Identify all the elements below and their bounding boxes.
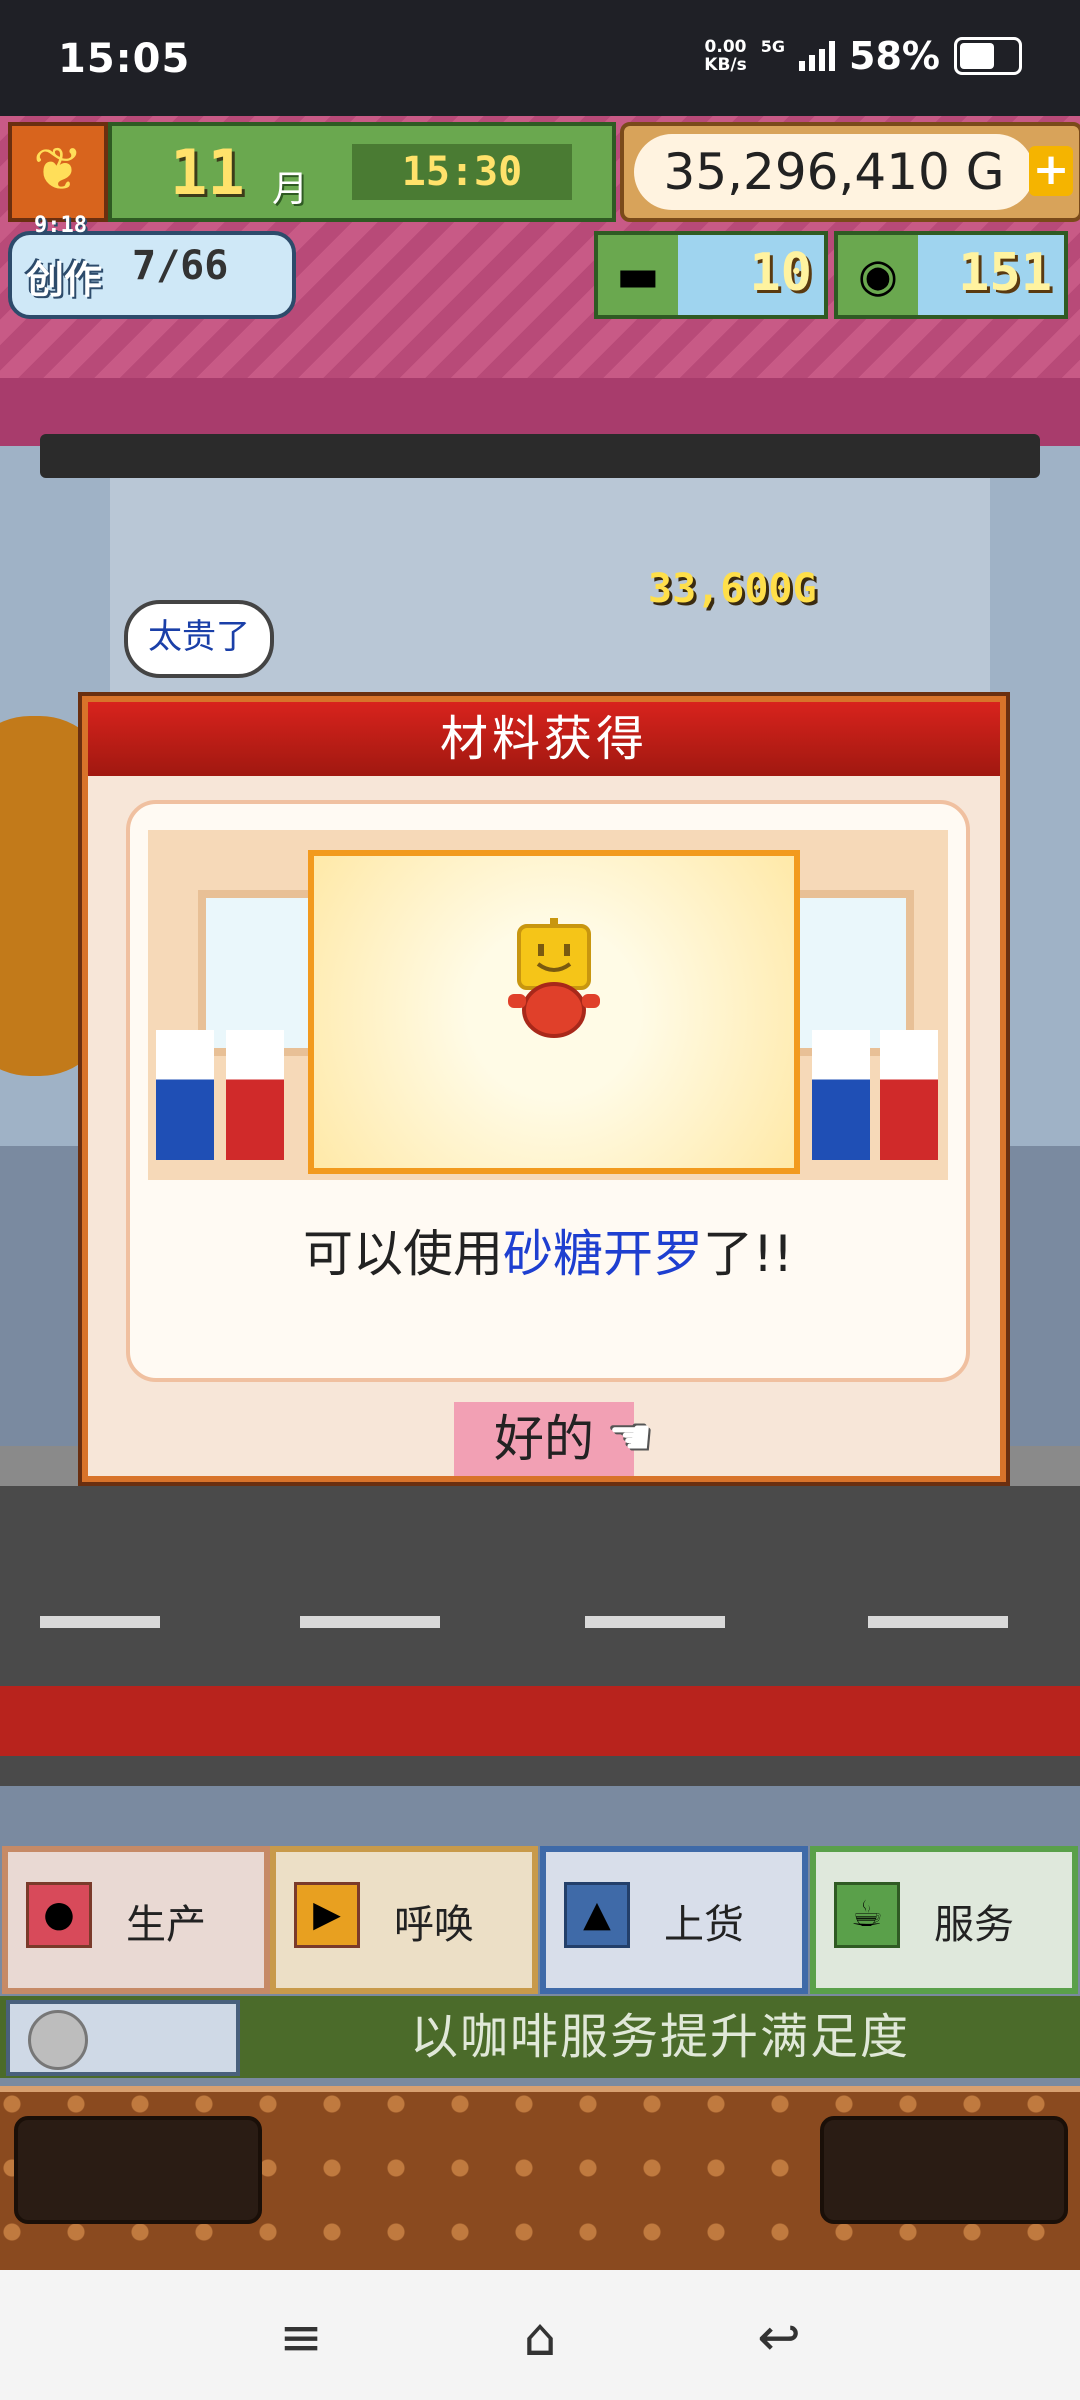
message-suffix: 了!! [702, 1225, 794, 1283]
silver-coin-count: 151 [958, 243, 1052, 303]
service-hint-bar: 以咖啡服务提升满足度 [0, 1996, 1080, 2078]
gold-bar-counter: ▬ 10 [594, 231, 828, 319]
create-timer: 9:18 [34, 213, 87, 238]
net-speed-unit: KB/s [704, 55, 747, 75]
dialog-title: 材料获得 [88, 702, 1000, 776]
sugar-kairo-icon [508, 918, 600, 1038]
silver-coin-icon: ◉ [838, 235, 918, 315]
chef-character [880, 1030, 938, 1160]
create-progress: 7/66 [132, 243, 229, 289]
service-label: 服务 [934, 1902, 1014, 1948]
service-coin-slot[interactable] [6, 2000, 240, 2076]
floating-price: 33,600G [648, 566, 817, 612]
battery-icon [954, 37, 1022, 75]
gold-amount: 35,296,410 G [634, 134, 1034, 210]
battery-percent: 58% [849, 34, 940, 78]
message-prefix: 可以使用 [302, 1225, 503, 1283]
road-dash [868, 1616, 1008, 1628]
service-hint-text: 以咖啡服务提升满足度 [409, 2009, 910, 2065]
status-bar: 15:05 0.00 KB/s 5G 58% [0, 0, 1080, 116]
gold-panel: 35,296,410 G + [620, 122, 1080, 222]
gold-bar-count: 10 [749, 243, 812, 303]
pointing-hand-icon: ☚ [608, 1408, 653, 1466]
create-button[interactable]: 9:18 创作 7/66 [8, 213, 296, 319]
system-nav-bar: ≡ ⌂ ↩ [0, 2270, 1080, 2400]
net-speed: 0.00 KB/s [704, 38, 746, 74]
net-speed-value: 0.00 [704, 37, 747, 57]
call-button[interactable]: ▶ 呼唤 [270, 1846, 538, 1994]
flag-icon: ▶ [294, 1882, 360, 1948]
call-label: 呼唤 [394, 1902, 474, 1948]
month-number: 11 [170, 136, 245, 209]
message-item-name: 砂糖开罗 [502, 1225, 703, 1283]
item-frame [308, 850, 800, 1174]
red-band [0, 1686, 1080, 1756]
produce-label: 生产 [126, 1902, 206, 1948]
dialog-message: 可以使用砂糖开罗了!! [130, 1214, 966, 1286]
chef-character [156, 1030, 214, 1160]
create-label: 创作 [26, 258, 103, 302]
gold-bar-icon: ▬ [598, 235, 678, 315]
chef-character [812, 1030, 870, 1160]
status-time: 15:05 [58, 36, 191, 82]
customer-speech-bubble: 太贵了 [124, 600, 274, 678]
stock-label: 上货 [664, 1902, 744, 1948]
signal-icon [799, 41, 836, 71]
game-scene[interactable]: ❦ 11 月 15:30 35,296,410 G + 9:18 创作 7/66… [0, 116, 1080, 2271]
material-acquired-dialog: 材料获得 可以使用砂糖开罗了!! 好的 ☚ [82, 696, 1006, 1482]
road-dash [585, 1616, 725, 1628]
ok-button[interactable]: 好的 [454, 1402, 634, 1476]
status-indicators: 0.00 KB/s 5G 58% [704, 34, 1022, 78]
stock-button[interactable]: ▲ 上货 [540, 1846, 808, 1994]
road-dash [40, 1616, 160, 1628]
game-clock: 15:30 [352, 144, 572, 200]
home-icon[interactable]: ⌂ [505, 2308, 575, 2368]
silver-coin-counter: ◉ 151 [834, 231, 1068, 319]
dialog-scene [148, 830, 948, 1180]
coffee-cup-icon: ☕ [834, 1882, 900, 1948]
produce-button[interactable]: ● 生产 [2, 1846, 270, 1994]
tray-slot-right[interactable] [820, 2116, 1068, 2224]
maple-leaf-icon: ❦ [8, 122, 108, 222]
dialog-card: 可以使用砂糖开罗了!! [126, 800, 970, 1382]
tray-slot-left[interactable] [14, 2116, 262, 2224]
network-type: 5G [760, 36, 786, 56]
back-icon[interactable]: ↩ [744, 2308, 814, 2368]
service-button[interactable]: ☕ 服务 [810, 1846, 1078, 1994]
shop-sign-bar [40, 434, 1040, 478]
menu-icon[interactable]: ≡ [266, 2308, 336, 2368]
month-label: 月 [272, 169, 309, 210]
bread-icon: ● [26, 1882, 92, 1948]
road-dash [300, 1616, 440, 1628]
add-gold-button[interactable]: + [1029, 146, 1073, 196]
date-panel: 11 月 15:30 [108, 122, 616, 222]
chef-character [226, 1030, 284, 1160]
coin-icon [28, 2010, 88, 2070]
cake-icon: ▲ [564, 1882, 630, 1948]
